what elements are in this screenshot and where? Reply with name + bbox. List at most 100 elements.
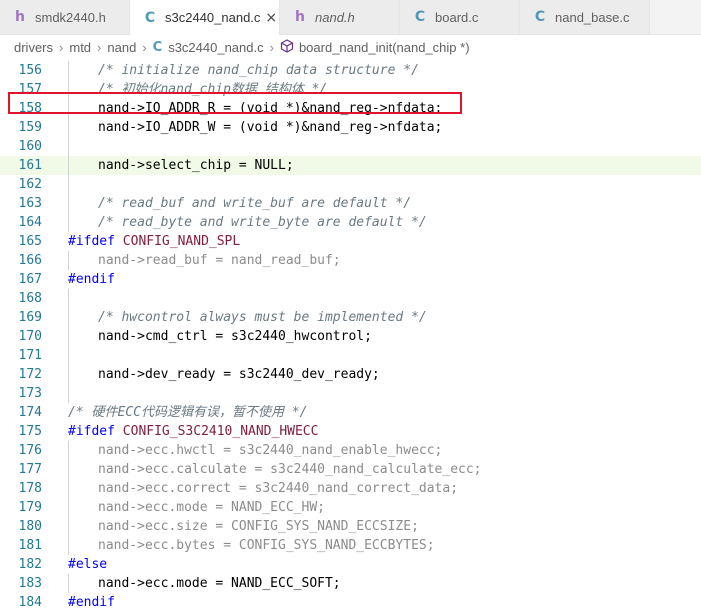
indent-guide <box>68 574 69 593</box>
code-text: #endif <box>68 593 115 611</box>
code-line[interactable]: 179 nand->ecc.mode = NAND_ECC_HW; <box>0 498 701 517</box>
tab-smdk2440-h[interactable]: h smdk2440.h <box>0 0 130 34</box>
code-line[interactable]: 176 nand->ecc.hwctl = s3c2440_nand_enable… <box>0 441 701 460</box>
code-token: #endif <box>68 272 115 287</box>
line-number: 182 <box>18 557 42 572</box>
code-token: #ifdef <box>68 424 123 439</box>
code-token: nand->ecc.calculate = s3c2440_nand_calcu… <box>98 462 482 477</box>
code-line[interactable]: 177 nand->ecc.calculate = s3c2440_nand_ca… <box>0 460 701 479</box>
breadcrumb-item-drivers[interactable]: drivers <box>14 40 53 55</box>
code-token: nand->ecc.correct = s3c2440_nand_correct… <box>98 481 459 496</box>
code-text: nand->ecc.hwctl = s3c2440_nand_enable_hw… <box>98 441 442 460</box>
line-number: 161 <box>18 158 42 173</box>
code-line[interactable]: 160 <box>0 137 701 156</box>
line-number: 168 <box>18 291 42 306</box>
indent-guide <box>68 251 69 270</box>
code-token: /* read_byte and write_byte are default … <box>98 215 427 230</box>
chevron-right-icon: › <box>59 39 64 55</box>
code-line[interactable]: 173 <box>0 384 701 403</box>
code-line[interactable]: 162 <box>0 175 701 194</box>
tab-board-c[interactable]: C board.c <box>400 0 520 34</box>
line-number: 166 <box>18 253 42 268</box>
code-line[interactable]: 170 nand->cmd_ctrl = s3c2440_hwcontrol; <box>0 327 701 346</box>
code-line[interactable]: 163 /* read_buf and write_buf are default… <box>0 194 701 213</box>
code-text: #ifdef CONFIG_S3C2410_NAND_HWECC <box>68 422 318 441</box>
indent-guide <box>68 479 69 498</box>
line-number: 174 <box>18 405 42 420</box>
indent-guide <box>68 460 69 479</box>
indent-guide <box>68 175 69 194</box>
indent-guide <box>68 536 69 555</box>
tab-label: board.c <box>435 9 479 25</box>
tab-nand-base-c[interactable]: C nand_base.c <box>520 0 650 34</box>
code-token: nand->dev_ready = s3c2440_dev_ready; <box>98 367 380 382</box>
c-source-file-icon: C <box>144 9 156 26</box>
line-number: 181 <box>18 538 42 553</box>
code-token: #else <box>68 557 108 572</box>
code-line[interactable]: 169 /* hwcontrol always must be implement… <box>0 308 701 327</box>
chevron-right-icon: › <box>97 39 102 55</box>
indent-guide <box>68 384 69 403</box>
code-text: #else <box>68 555 107 574</box>
line-number: 159 <box>18 120 42 135</box>
code-line[interactable]: 167 #endif <box>0 270 701 289</box>
indent-guide <box>68 365 69 384</box>
tab-nand-h[interactable]: h nand.h <box>280 0 400 34</box>
code-text: #ifdef CONFIG_NAND_SPL <box>68 232 240 251</box>
code-editor[interactable]: 156 /* initialize nand_chip data structur… <box>0 61 701 611</box>
tab-label: smdk2440.h <box>35 9 106 25</box>
code-line[interactable]: 184 #endif <box>0 593 701 611</box>
code-line[interactable]: 183 nand->ecc.mode = NAND_ECC_SOFT; <box>0 574 701 593</box>
code-line[interactable]: 171 <box>0 346 701 365</box>
code-token: /* 硬件ECC代码逻辑有误，暂不使用 */ <box>68 405 308 420</box>
code-token: CONFIG_NAND_SPL <box>122 234 241 249</box>
code-line[interactable]: 166 nand->read_buf = nand_read_buf; <box>0 251 701 270</box>
code-token: /* read_buf and write_buf are default */ <box>98 196 412 211</box>
line-number: 171 <box>18 348 42 363</box>
code-line[interactable]: 172 nand->dev_ready = s3c2440_dev_ready; <box>0 365 701 384</box>
breadcrumb-item-file[interactable]: s3c2440_nand.c <box>168 40 263 55</box>
indent-guide <box>68 213 69 232</box>
breadcrumb-item-nand[interactable]: nand <box>107 40 136 55</box>
code-line[interactable]: 164 /* read_byte and write_byte are defau… <box>0 213 701 232</box>
line-number: 170 <box>18 329 42 344</box>
indent-guide <box>68 156 69 175</box>
line-number: 173 <box>18 386 42 401</box>
code-line[interactable]: 180 nand->ecc.size = CONFIG_SYS_NAND_ECCS… <box>0 517 701 536</box>
line-number: 175 <box>18 424 42 439</box>
code-line[interactable]: 174 /* 硬件ECC代码逻辑有误，暂不使用 */ <box>0 403 701 422</box>
code-line[interactable]: 156 /* initialize nand_chip data structur… <box>0 61 701 80</box>
code-line[interactable]: 175 #ifdef CONFIG_S3C2410_NAND_HWECC <box>0 422 701 441</box>
code-line[interactable]: 178 nand->ecc.correct = s3c2440_nand_corr… <box>0 479 701 498</box>
code-token: nand->ecc.mode = NAND_ECC_SOFT; <box>98 576 341 591</box>
tab-label: s3c2440_nand.c <box>165 10 261 25</box>
code-text: nand->ecc.correct = s3c2440_nand_correct… <box>98 479 458 498</box>
code-line[interactable]: 159 nand->IO_ADDR_W = (void *)&nand_reg->… <box>0 118 701 137</box>
code-token: nand->read_buf = nand_read_buf; <box>98 253 341 268</box>
line-number: 164 <box>18 215 42 230</box>
breadcrumb-item-mtd[interactable]: mtd <box>69 40 91 55</box>
code-text: /* initialize nand_chip data structure *… <box>98 61 419 80</box>
code-line[interactable]: 161 nand->select_chip = NULL; <box>0 156 701 175</box>
tab-bar: h smdk2440.h C s3c2440_nand.c × h nand.h… <box>0 0 701 35</box>
code-line[interactable]: 181 nand->ecc.bytes = CONFIG_SYS_NAND_ECC… <box>0 536 701 555</box>
code-line[interactable]: 165 #ifdef CONFIG_NAND_SPL <box>0 232 701 251</box>
line-number: 177 <box>18 462 42 477</box>
code-text: /* hwcontrol always must be implemented … <box>98 308 427 327</box>
code-text: nand->ecc.calculate = s3c2440_nand_calcu… <box>98 460 482 479</box>
code-text: /* 硬件ECC代码逻辑有误，暂不使用 */ <box>68 403 307 422</box>
code-text: nand->ecc.size = CONFIG_SYS_NAND_ECCSIZE… <box>98 517 419 536</box>
code-line[interactable]: 168 <box>0 289 701 308</box>
line-number: 162 <box>18 177 42 192</box>
close-icon[interactable]: × <box>265 10 277 26</box>
line-number: 165 <box>18 234 42 249</box>
code-text: nand->dev_ready = s3c2440_dev_ready; <box>98 365 380 384</box>
tab-s3c2440-nand-c[interactable]: C s3c2440_nand.c × <box>130 0 280 35</box>
c-source-file-icon: C <box>534 9 546 25</box>
code-line[interactable]: 182 #else <box>0 555 701 574</box>
tab-label: nand_base.c <box>555 9 630 25</box>
line-number: 180 <box>18 519 42 534</box>
code-token: nand->IO_ADDR_W = (void *)&nand_reg->nfd… <box>98 120 443 135</box>
code-token: CONFIG_S3C2410_NAND_HWECC <box>122 424 319 439</box>
breadcrumb-item-symbol[interactable]: board_nand_init(nand_chip *) <box>299 40 470 55</box>
